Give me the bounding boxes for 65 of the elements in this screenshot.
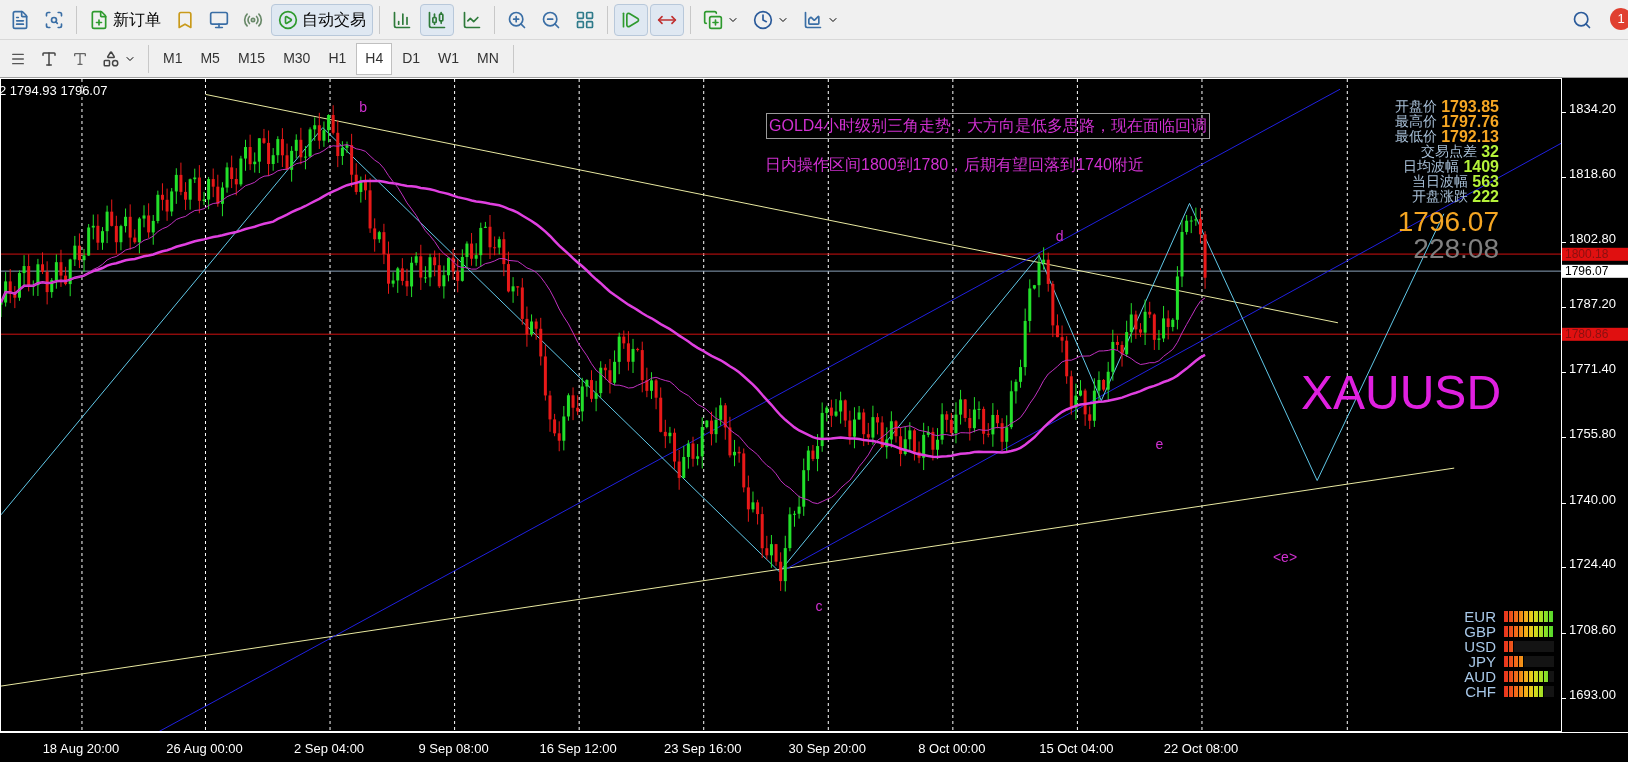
price-tick: 1740.00 <box>1569 492 1616 506</box>
price-tick: 1818.60 <box>1569 166 1616 180</box>
timeframe-tab[interactable]: M5 <box>192 42 228 75</box>
timeframe-tab[interactable]: M15 <box>229 42 274 75</box>
wave-label: e <box>1155 434 1164 454</box>
price-tick: 1787.20 <box>1569 297 1616 311</box>
info-label: 开盘价 <box>1395 99 1438 114</box>
info-value: 1409 <box>1463 159 1499 174</box>
time-tick: 2 Sep 04:00 <box>293 740 365 758</box>
currency-label: JPY <box>1467 654 1496 669</box>
price-tick: 1724.40 <box>1569 557 1616 571</box>
notification-badge[interactable]: 1 <box>1610 7 1628 30</box>
price-tick: 1755.80 <box>1569 427 1616 441</box>
info-label: 日均波幅 <box>1403 159 1460 174</box>
new-order-button[interactable]: 新订单 <box>83 3 167 36</box>
info-value: 222 <box>1472 189 1499 204</box>
wave-label: <e> <box>1272 547 1298 567</box>
time-tick: 22 Oct 08:00 <box>1163 740 1239 758</box>
annotation-text: GOLD4小时级别三角走势，大方向是低多思路，现在面临回调 <box>769 117 1208 134</box>
info-value: 32 <box>1481 144 1499 159</box>
candlestick-icon[interactable] <box>420 3 454 36</box>
info-label: 最低价 <box>1395 129 1438 144</box>
chart-shift-icon[interactable] <box>650 3 684 36</box>
currency-label: GBP <box>1463 624 1496 639</box>
autotrade-button[interactable]: 自动交易 <box>271 3 373 36</box>
time-tick: 26 Aug 00:00 <box>166 740 243 758</box>
info-value: 1792.13 <box>1441 129 1499 144</box>
time-tick: 23 Sep 16:00 <box>664 740 742 758</box>
info-value: 1793.85 <box>1441 99 1499 114</box>
info-label: 最高价 <box>1395 114 1438 129</box>
currency-label: EUR <box>1463 609 1496 624</box>
wave-label: d <box>1055 226 1064 246</box>
currency-label: CHF <box>1464 684 1496 699</box>
time-tick: 15 Oct 04:00 <box>1039 740 1114 758</box>
play-icon <box>278 9 298 30</box>
info-value: 1797.76 <box>1441 114 1499 129</box>
time-tick: 8 Oct 00:00 <box>918 740 986 758</box>
time-tick: 30 Sep 20:00 <box>788 740 866 758</box>
timeframe-tab[interactable]: M1 <box>155 42 191 75</box>
currency-label: AUD <box>1463 669 1496 684</box>
timeframe-tab[interactable]: M30 <box>275 42 319 75</box>
info-label: 交易点差 <box>1421 144 1478 159</box>
currency-label: USD <box>1463 639 1496 654</box>
timeframe-tab[interactable]: D1 <box>394 42 429 75</box>
price-tick: 1708.60 <box>1569 623 1616 637</box>
wave-label: c <box>815 596 823 616</box>
annotation-text: 日内操作区间1800到1780，后期有望回落到1740附近 <box>765 155 1144 175</box>
price-tick: 1693.00 <box>1569 687 1616 701</box>
time-tick: 16 Sep 12:00 <box>539 740 617 758</box>
file-plus-icon <box>89 9 109 30</box>
price-tick: 1771.40 <box>1569 362 1616 376</box>
info-label: 当日波幅 <box>1412 174 1469 189</box>
timeframe-tab[interactable]: MN <box>469 42 507 75</box>
timeframe-tab[interactable]: H1 <box>320 42 355 75</box>
price-marker: 1800.18 <box>1562 247 1628 261</box>
timeframe-tab[interactable]: W1 <box>430 42 468 75</box>
time-tick: 9 Sep 08:00 <box>418 740 489 758</box>
wave-label: b <box>359 97 368 117</box>
time-tick: 18 Aug 20:00 <box>42 740 120 758</box>
timeframe-tab[interactable]: H4 <box>356 42 393 75</box>
price-tick: 1802.80 <box>1569 232 1616 246</box>
price-tick: 1834.20 <box>1569 102 1616 116</box>
auto-scroll-icon[interactable] <box>614 3 648 36</box>
price-marker: 1780.86 <box>1562 328 1628 341</box>
price-marker: 1796.07 <box>1562 264 1628 278</box>
